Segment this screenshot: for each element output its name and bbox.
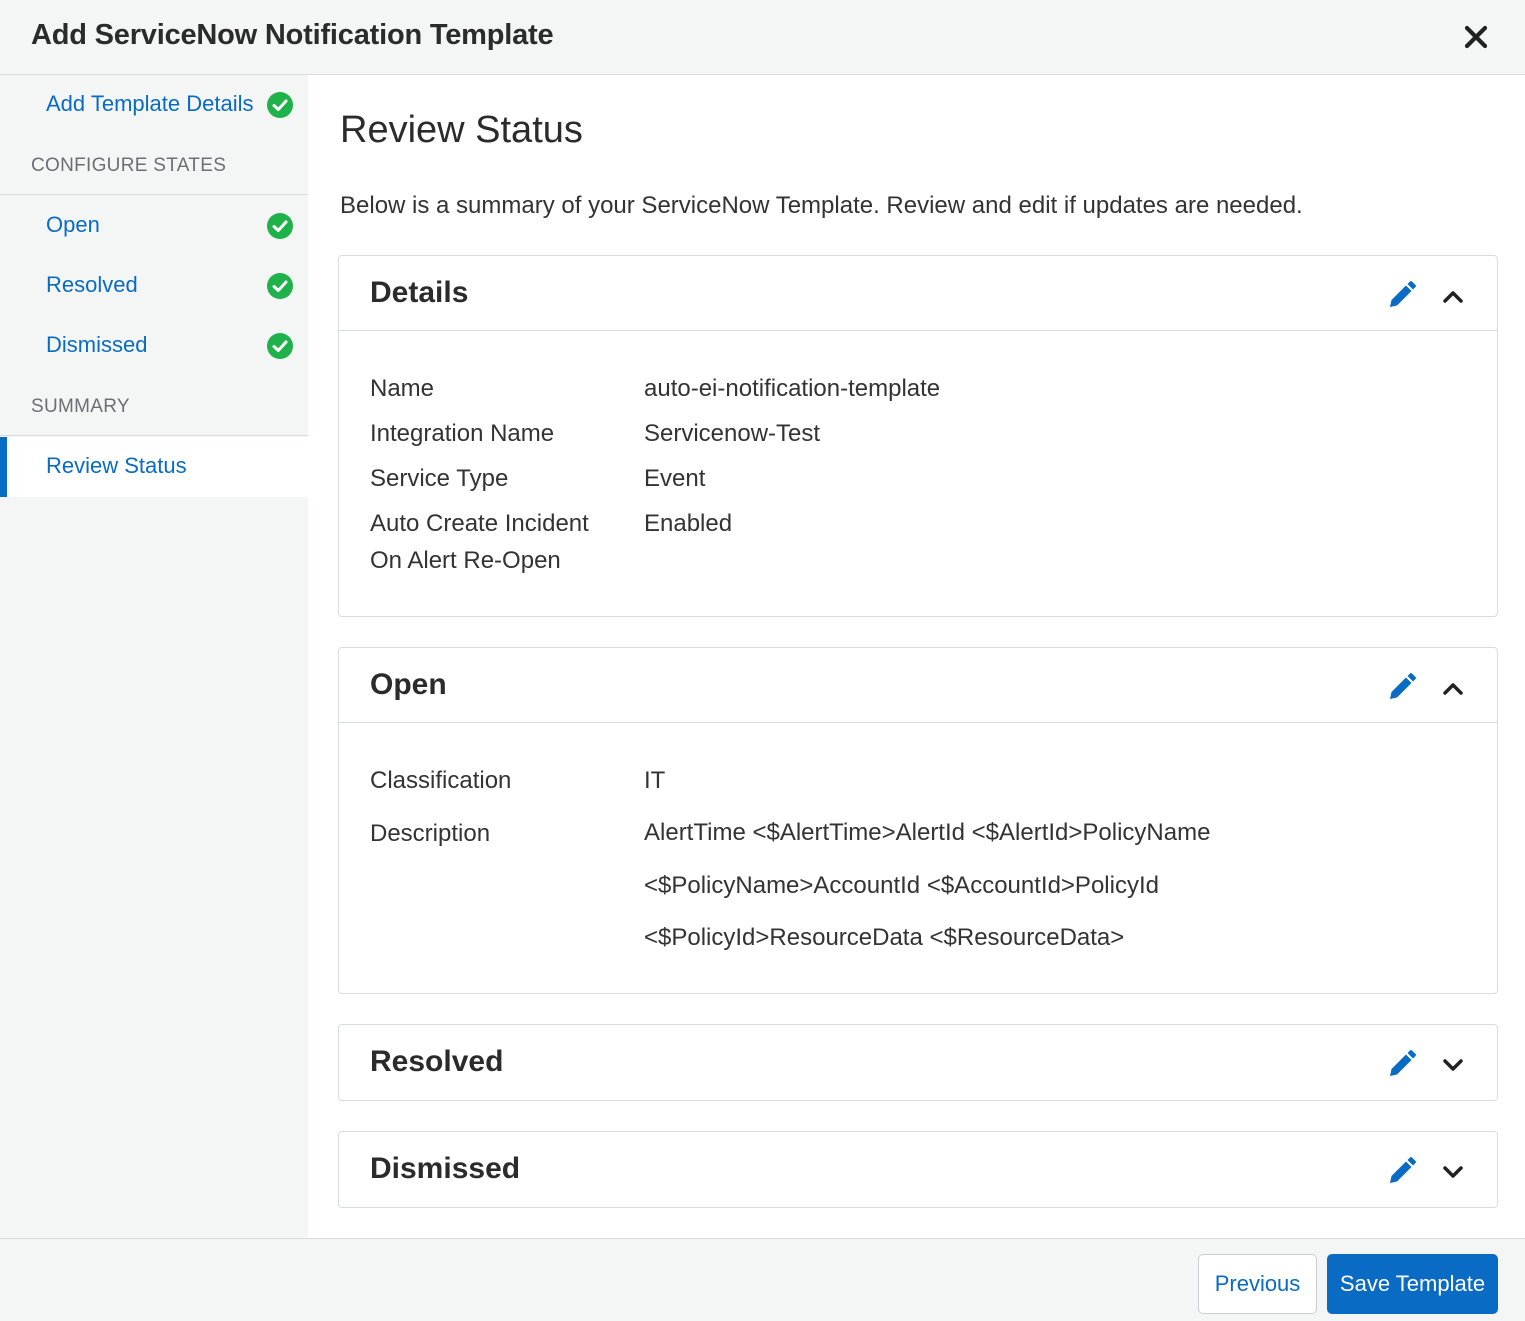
- wizard-sidebar: Add Template Details CONFIGURE STATES Op…: [0, 75, 308, 1238]
- close-icon[interactable]: [1461, 22, 1491, 52]
- open-card-header[interactable]: Open: [339, 648, 1497, 723]
- detail-value: Servicenow-Test: [644, 420, 821, 447]
- detail-key: Integration Name: [370, 420, 555, 447]
- description-line: AlertTime <$AlertTime>AlertId <$AlertId>…: [644, 819, 1211, 846]
- detail-key: Classification: [370, 767, 512, 794]
- modal-header: Add ServiceNow Notification Template: [0, 0, 1525, 75]
- detail-key: Service Type: [370, 465, 509, 492]
- check-circle-icon: [267, 213, 293, 239]
- sidebar-section-label: CONFIGURE STATES: [31, 155, 227, 176]
- detail-value: auto-ei-notification-template: [644, 375, 941, 402]
- pencil-icon[interactable]: [1387, 672, 1417, 702]
- save-template-button[interactable]: Save Template: [1327, 1254, 1498, 1314]
- sidebar-item-add-template-details[interactable]: Add Template Details: [0, 75, 308, 135]
- sidebar-item-label: Open: [46, 212, 100, 237]
- chevron-up-icon[interactable]: [1439, 286, 1467, 306]
- dismissed-card: Dismissed: [338, 1131, 1498, 1208]
- chevron-up-icon[interactable]: [1439, 678, 1467, 698]
- sidebar-item-dismissed[interactable]: Dismissed: [0, 316, 308, 376]
- sidebar-item-label: Resolved: [46, 272, 138, 297]
- chevron-down-icon[interactable]: [1439, 1055, 1467, 1075]
- sidebar-item-label: Review Status: [46, 453, 187, 478]
- detail-value: Event: [644, 465, 706, 492]
- sidebar-section-configure-states: CONFIGURE STATES: [0, 135, 308, 195]
- main-content: Review Status Below is a summary of your…: [308, 75, 1525, 1238]
- detail-key: Description: [370, 820, 491, 847]
- open-card: Open Classification IT Description Alert…: [338, 647, 1498, 994]
- description-value: AlertTime <$AlertTime>AlertId <$AlertId>…: [644, 807, 1464, 965]
- page-title: Review Status: [340, 109, 583, 151]
- sidebar-section-summary: SUMMARY: [0, 376, 308, 436]
- check-circle-icon: [267, 92, 293, 118]
- chevron-down-icon[interactable]: [1439, 1162, 1467, 1182]
- resolved-card-header[interactable]: Resolved: [339, 1025, 1497, 1100]
- card-title: Dismissed: [370, 1152, 521, 1185]
- sidebar-item-open[interactable]: Open: [0, 196, 308, 256]
- detail-key: On Alert Re-Open: [370, 547, 561, 574]
- pencil-icon[interactable]: [1387, 1049, 1417, 1079]
- description-line: <$PolicyName>AccountId <$AccountId>Polic…: [644, 871, 1159, 899]
- detail-key: Name: [370, 375, 435, 402]
- sidebar-item-label: Add Template Details: [46, 91, 254, 116]
- previous-button[interactable]: Previous: [1198, 1254, 1317, 1314]
- card-title: Details: [370, 276, 469, 309]
- dismissed-card-header[interactable]: Dismissed: [339, 1132, 1497, 1207]
- pencil-icon[interactable]: [1387, 1156, 1417, 1186]
- detail-value: IT: [644, 767, 666, 794]
- sidebar-item-resolved[interactable]: Resolved: [0, 256, 308, 316]
- add-template-modal: Add ServiceNow Notification Template Add…: [0, 0, 1525, 1321]
- sidebar-section-label: SUMMARY: [31, 396, 130, 417]
- details-card: Details Name auto-ei-notification-templa…: [338, 255, 1498, 617]
- check-circle-icon: [267, 273, 293, 299]
- sidebar-item-label: Dismissed: [46, 332, 148, 357]
- details-card-header[interactable]: Details: [339, 256, 1497, 331]
- sidebar-item-review-status[interactable]: Review Status: [0, 437, 308, 497]
- detail-value: Enabled: [644, 510, 733, 537]
- check-circle-icon: [267, 333, 293, 359]
- page-subtitle: Below is a summary of your ServiceNow Te…: [340, 192, 1303, 219]
- pencil-icon[interactable]: [1387, 280, 1417, 310]
- description-line: <$PolicyId>ResourceData <$ResourceData>: [644, 924, 1125, 951]
- modal-title: Add ServiceNow Notification Template: [31, 19, 554, 51]
- detail-key: Auto Create Incident: [370, 510, 589, 537]
- card-title: Open: [370, 668, 447, 701]
- modal-footer: Previous Save Template: [0, 1238, 1525, 1321]
- card-title: Resolved: [370, 1045, 504, 1078]
- resolved-card: Resolved: [338, 1024, 1498, 1101]
